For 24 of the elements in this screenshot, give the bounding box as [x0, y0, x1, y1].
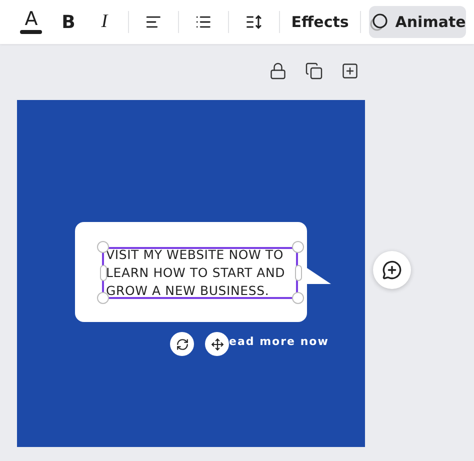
- effects-button[interactable]: Effects: [288, 6, 352, 38]
- rotate-icon: [176, 338, 188, 350]
- lock-icon[interactable]: [269, 62, 287, 80]
- bubble-tail: [307, 268, 331, 286]
- resize-handle[interactable]: [100, 265, 107, 281]
- italic-button[interactable]: I: [88, 6, 120, 38]
- bubble-text: VISIT MY WEBSITE NOW TO: [106, 246, 284, 264]
- rotate-button[interactable]: [170, 332, 194, 356]
- comment-plus-icon: [382, 260, 402, 280]
- animate-button[interactable]: Animate: [369, 6, 466, 38]
- caption-text: ead more now: [229, 335, 329, 348]
- circles-icon: [369, 12, 390, 32]
- text-color-button[interactable]: A: [14, 6, 48, 38]
- line-spacing-icon: [244, 12, 264, 32]
- add-comment-button[interactable]: [373, 251, 411, 289]
- bubble-text: LEARN HOW TO START AND: [106, 264, 286, 282]
- bubble-text: GROW A NEW BUSINESS.: [106, 282, 270, 300]
- add-page-icon[interactable]: [341, 62, 359, 80]
- move-icon: [210, 338, 224, 350]
- text-selection[interactable]: VISIT MY WEBSITE NOW TO LEARN HOW TO START AND GROW A NEW BUSINESS.: [96, 241, 304, 305]
- duplicate-icon[interactable]: [305, 62, 323, 80]
- resize-handle[interactable]: [295, 265, 302, 281]
- move-button[interactable]: [205, 332, 229, 356]
- bold-button[interactable]: B: [52, 6, 84, 38]
